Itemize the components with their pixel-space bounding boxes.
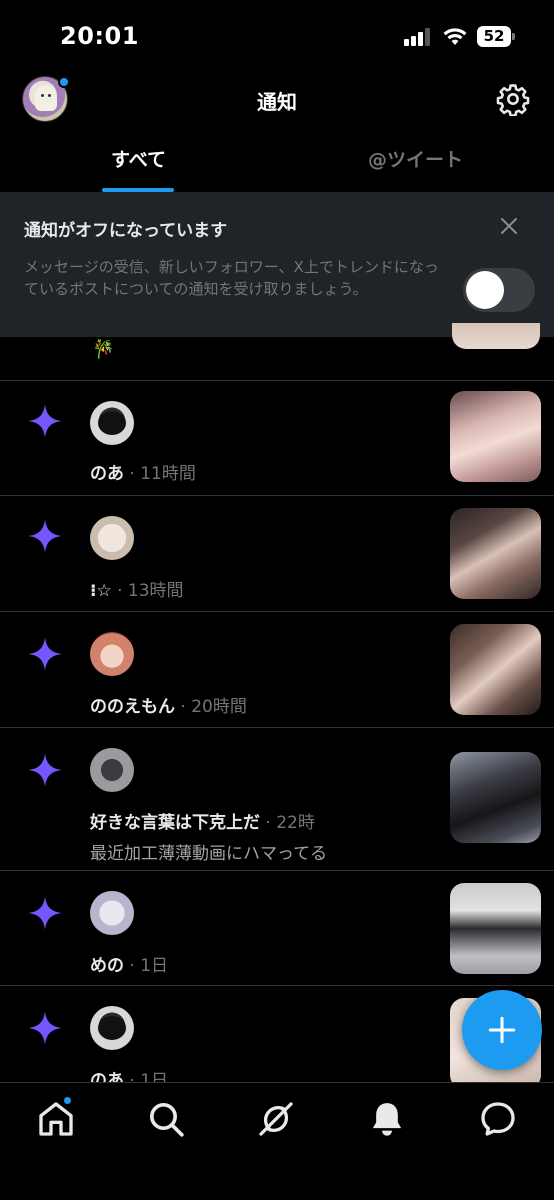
user-name[interactable]: めの [90,956,124,976]
close-icon[interactable] [497,214,521,238]
timestamp: · 11時間 [129,464,196,484]
banner-title: 通知がオフになっています [24,221,228,241]
user-name[interactable]: のあ [90,464,124,484]
post-thumbnail[interactable] [450,883,541,974]
partial-emoji: 🎋 [92,339,115,360]
cellular-signal-icon [404,28,434,46]
bottom-nav [0,1082,554,1200]
avatar[interactable] [90,516,134,560]
sparkle-icon [28,519,62,553]
post-thumbnail[interactable] [450,752,541,843]
avatar[interactable] [90,748,134,792]
post-preview-text: 最近加工薄薄動画にハマってる [90,844,328,864]
avatar[interactable] [90,632,134,676]
wifi-icon [443,28,467,45]
notification-row[interactable]: ⁝☆ · 13時間 [0,496,554,612]
notification-text: のあ · 11時間 [90,459,196,484]
notification-text: ⁝☆ · 13時間 [90,576,184,601]
user-name[interactable]: ののえもん [90,697,175,717]
grok-icon[interactable] [256,1099,296,1139]
notification-row[interactable]: のあ · 11時間 [0,381,554,496]
list-item-partial[interactable]: 🎋 [0,323,554,381]
message-icon[interactable] [478,1099,518,1139]
notifications-toggle[interactable] [463,268,535,312]
notification-tabs: すべて @ツイート [0,134,554,192]
bell-icon[interactable] [367,1099,407,1139]
compose-button[interactable] [462,990,542,1070]
notification-text: 好きな言葉は下克上だ · 22時 [90,808,315,833]
sparkle-icon [28,1011,62,1045]
status-time: 20:01 [60,22,139,50]
notification-text: めの · 1日 [90,951,168,976]
page-title: 通知 [257,90,297,114]
gear-icon[interactable] [496,82,530,116]
top-header: 通知 [0,70,554,128]
avatar[interactable] [90,891,134,935]
post-thumbnail[interactable] [452,323,540,349]
timestamp: · 13時間 [117,581,184,601]
timestamp: · 22時 [265,813,315,833]
user-name[interactable]: ⁝☆ [90,581,112,601]
timestamp: · 1日 [129,956,169,976]
toggle-knob [466,271,504,309]
notification-row[interactable]: ののえもん · 20時間 [0,612,554,728]
tab-all-label: すべて [111,149,166,171]
sparkle-icon [28,404,62,438]
status-bar: 20:01 52 [0,0,554,70]
battery-level: 52 [477,26,511,47]
notification-row[interactable]: めの · 1日 [0,871,554,986]
user-name[interactable]: 好きな言葉は下克上だ [90,813,260,833]
avatar[interactable] [90,1006,134,1050]
post-thumbnail[interactable] [450,624,541,715]
post-thumbnail[interactable] [450,508,541,599]
battery-icon: 52 [477,26,515,47]
home-unread-dot [62,1095,73,1106]
tab-mentions-label: @ツイート [367,149,463,171]
notification-row[interactable]: 好きな言葉は下克上だ · 22時 最近加工薄薄動画にハマってる [0,728,554,871]
notifications-off-banner: 通知がオフになっています メッセージの受信、新しいフォロワー、X上でトレンドにな… [0,192,554,337]
post-thumbnail[interactable] [450,391,541,482]
tab-all[interactable]: すべて [0,134,277,192]
tab-mentions[interactable]: @ツイート [277,134,554,192]
banner-description: メッセージの受信、新しいフォロワー、X上でトレンドになっているポストについての通… [24,258,439,298]
timestamp: · 20時間 [180,697,247,717]
sparkle-icon [28,753,62,787]
sparkle-icon [28,896,62,930]
notification-text: ののえもん · 20時間 [90,692,247,717]
avatar[interactable] [90,401,134,445]
sparkle-icon [28,637,62,671]
search-icon[interactable] [146,1099,186,1139]
plus-icon [488,1016,516,1044]
